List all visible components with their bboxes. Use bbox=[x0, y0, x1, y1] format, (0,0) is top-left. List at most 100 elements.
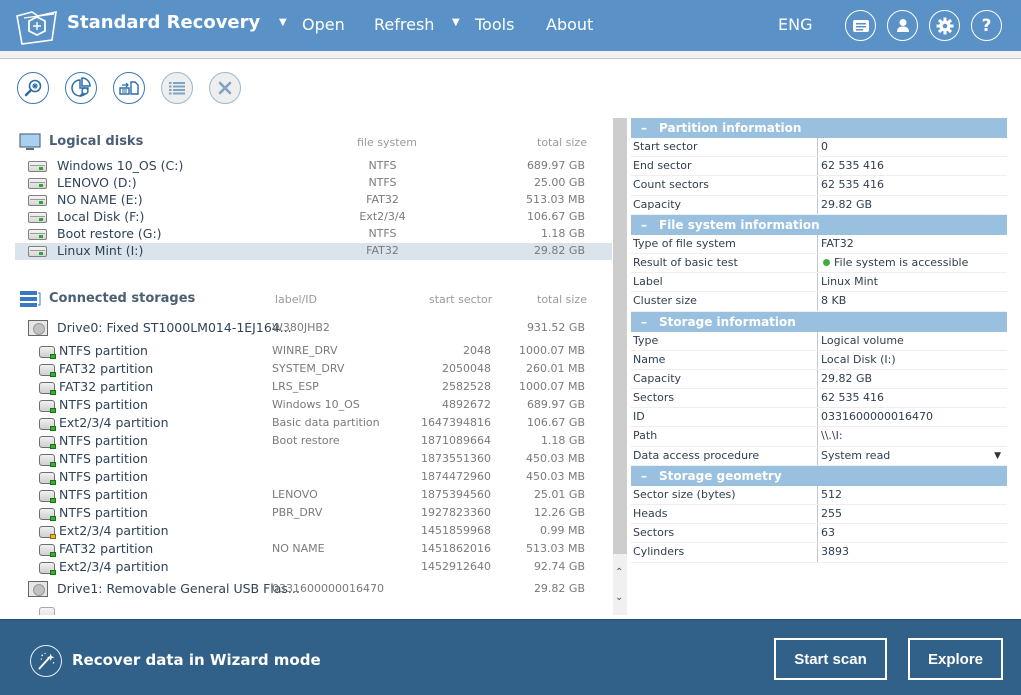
status-ok-icon bbox=[50, 354, 56, 359]
partition-row[interactable]: Ext2/3/4 partition Basic data partition 16… bbox=[15, 415, 612, 432]
collapse-icon: – bbox=[641, 217, 647, 232]
scroll-up-icon[interactable]: ⌃ bbox=[615, 567, 623, 578]
drive-size: 931.52 GB bbox=[526, 321, 585, 334]
property-row: Cylinders 3893 bbox=[631, 543, 1007, 563]
partition-start-sector: 4892672 bbox=[442, 398, 491, 411]
property-value-text: \\.\I: bbox=[821, 429, 843, 443]
messages-button[interactable] bbox=[845, 10, 876, 41]
property-value: FAT32 bbox=[818, 235, 1007, 253]
partition-row[interactable]: Ext2/3/4 partition 1452912640 92.74 GB bbox=[15, 559, 612, 576]
partition-row[interactable]: NTFS partition 1874472960 450.03 MB bbox=[15, 469, 612, 486]
tools-caret-icon[interactable]: ▼ bbox=[452, 17, 460, 28]
properties-panel: – Partition information Start sector 0 End … bbox=[631, 118, 1007, 563]
property-value-text: 29.82 GB bbox=[821, 197, 873, 211]
disk-file-system: FAT32 bbox=[366, 244, 399, 257]
logical-disk-row[interactable]: Windows 10_OS (C:) NTFS 689.97 GB bbox=[15, 158, 612, 175]
panel-scrollbar[interactable]: ⌃ ⌄ bbox=[613, 118, 627, 615]
open-caret-icon[interactable]: ▼ bbox=[279, 17, 287, 28]
help-button[interactable]: ? bbox=[971, 10, 1002, 41]
partition-row[interactable]: NTFS partition Windows 10_OS 4892672 689.97… bbox=[15, 397, 612, 414]
start-scan-button[interactable]: Start scan bbox=[774, 638, 887, 680]
close-button[interactable] bbox=[209, 72, 241, 104]
partition-start-sector: 1871089664 bbox=[421, 434, 491, 447]
settings-button[interactable] bbox=[929, 10, 960, 41]
partition-icon bbox=[39, 346, 56, 359]
disk-name: Local Disk (F:) bbox=[57, 209, 145, 224]
drive-row[interactable]: Drive0: Fixed ST1000LM014-1EJ164... W380… bbox=[15, 320, 612, 337]
partition-name: NTFS partition bbox=[59, 433, 148, 448]
scroll-down-icon[interactable]: ⌄ bbox=[615, 592, 623, 603]
property-value-text: Logical volume bbox=[821, 333, 904, 347]
partition-icon bbox=[39, 544, 56, 557]
data-access-dropdown[interactable]: System read ▼ bbox=[818, 447, 1007, 465]
magic-wand-icon[interactable] bbox=[30, 645, 62, 677]
menu-refresh[interactable]: Refresh bbox=[374, 15, 434, 34]
partition-label: WINRE_DRV bbox=[272, 344, 338, 357]
explore-button[interactable]: Explore bbox=[908, 638, 1003, 680]
partition-size: 260.01 MB bbox=[525, 362, 585, 375]
menu-about[interactable]: About bbox=[546, 15, 593, 34]
menu-tools[interactable]: Tools bbox=[475, 15, 514, 34]
logical-disk-row[interactable]: Linux Mint (I:) FAT32 29.82 GB bbox=[15, 243, 612, 260]
partition-row[interactable]: FAT32 partition SYSTEM_DRV 2050048 260.01 M… bbox=[15, 361, 612, 378]
property-row: Result of basic test File system is acces… bbox=[631, 253, 1007, 274]
scrollbar-thumb[interactable] bbox=[613, 118, 627, 554]
partition-name: FAT32 partition bbox=[59, 379, 154, 394]
list-view-button[interactable] bbox=[161, 72, 193, 104]
property-value: 0331600000016470 bbox=[818, 408, 1007, 426]
drive-name: Drive0: Fixed ST1000LM014-1EJ164... bbox=[57, 320, 292, 335]
menu-open[interactable]: Open bbox=[302, 15, 345, 34]
property-value: Linux Mint bbox=[818, 273, 1007, 291]
partition-row[interactable]: FAT32 partition NO NAME 1451862016 513.03 M… bbox=[15, 541, 612, 558]
property-key: Cluster size bbox=[631, 292, 818, 311]
partition-name: NTFS partition bbox=[59, 505, 148, 520]
property-row[interactable]: Data access procedure System read ▼ bbox=[631, 446, 1007, 466]
property-value: 63 bbox=[818, 524, 1007, 542]
partition-row[interactable]: NTFS partition 1873551360 450.03 MB bbox=[15, 451, 612, 468]
partition-row[interactable]: NTFS partition PBR_DRV 1927823360 12.26 GB bbox=[15, 505, 612, 522]
status-ok-icon bbox=[823, 258, 830, 266]
logical-disk-row[interactable]: LENOVO (D:) NTFS 25.00 GB bbox=[15, 175, 612, 192]
property-row: Capacity 29.82 GB bbox=[631, 369, 1007, 390]
partition-row[interactable]: NTFS partition LENOVO 1875394560 25.01 GB bbox=[15, 487, 612, 504]
property-row: Capacity 29.82 GB bbox=[631, 195, 1007, 215]
search-files-button[interactable] bbox=[17, 72, 49, 104]
gear-icon bbox=[936, 17, 953, 34]
logical-disk-row[interactable]: Boot restore (G:) NTFS 1.18 GB bbox=[15, 226, 612, 243]
logical-disk-row[interactable]: NO NAME (E:) FAT32 513.03 MB bbox=[15, 192, 612, 209]
property-row: Heads 255 bbox=[631, 505, 1007, 525]
disk-icon bbox=[28, 178, 47, 189]
property-value-text: 29.82 GB bbox=[821, 371, 873, 385]
logical-disk-row[interactable]: Local Disk (F:) Ext2/3/4 106.67 GB bbox=[15, 209, 612, 226]
partition-row[interactable]: NTFS partition WINRE_DRV 2048 1000.07 MB bbox=[15, 343, 612, 360]
account-button[interactable] bbox=[887, 10, 918, 41]
property-value: 62 535 416 bbox=[818, 157, 1007, 175]
analyze-button[interactable] bbox=[65, 72, 97, 104]
partition-size: 92.74 GB bbox=[533, 560, 585, 573]
partition-start-sector: 2048 bbox=[463, 344, 491, 357]
partition-row[interactable]: FAT32 partition LRS_ESP 2582528 1000.07 MB bbox=[15, 379, 612, 396]
create-image-button[interactable] bbox=[113, 72, 145, 104]
disk-size: 513.03 MB bbox=[525, 193, 585, 206]
fs-info-header[interactable]: – File system information bbox=[631, 214, 1007, 235]
drive-id: 0331600000016470 bbox=[272, 582, 384, 595]
partition-icon bbox=[39, 418, 56, 431]
connected-storages-title: Connected storages bbox=[49, 291, 196, 306]
geometry-header[interactable]: – Storage geometry bbox=[631, 465, 1007, 486]
partition-row[interactable]: NTFS partition Boot restore 1871089664 1.18… bbox=[15, 433, 612, 450]
status-ok-icon bbox=[50, 408, 56, 413]
language-selector[interactable]: ENG bbox=[778, 15, 812, 34]
dropdown-arrow-icon[interactable]: ▼ bbox=[994, 447, 1001, 465]
storage-info-header[interactable]: – Storage information bbox=[631, 311, 1007, 332]
collapse-icon: – bbox=[641, 121, 647, 135]
partition-size: 0.99 MB bbox=[539, 524, 585, 537]
property-row: Type of file system FAT32 bbox=[631, 234, 1007, 254]
property-key: Start sector bbox=[631, 138, 818, 157]
wizard-mode-link[interactable]: Recover data in Wizard mode bbox=[72, 651, 321, 669]
partition-name: FAT32 partition bbox=[59, 541, 154, 556]
drive-row[interactable]: Drive1: Removable General USB Flas... 03… bbox=[15, 581, 612, 598]
property-key: Path bbox=[631, 427, 818, 446]
partition-info-header[interactable]: – Partition information bbox=[631, 118, 1007, 138]
partition-row[interactable]: Ext2/3/4 partition 1451859968 0.99 MB bbox=[15, 523, 612, 540]
property-row: Sectors 63 bbox=[631, 524, 1007, 544]
